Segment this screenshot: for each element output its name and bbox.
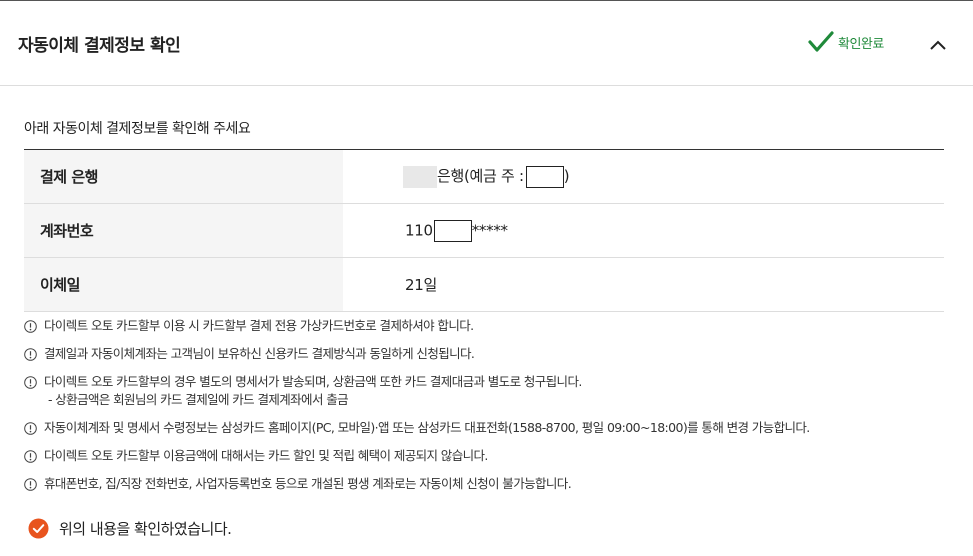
label-transfer-day: 이체일 xyxy=(24,257,343,312)
masked-bank-name xyxy=(403,165,437,188)
notice-text: 다이렉트 오토 카드할부 이용금액에 대해서는 카드 할인 및 적립 혜택이 제… xyxy=(44,448,488,463)
chevron-up-icon[interactable] xyxy=(926,33,950,57)
checked-circle-icon[interactable] xyxy=(28,518,49,539)
check-icon xyxy=(808,31,834,52)
notice-text: 휴대폰번호, 집/직장 전화번호, 사업자등록번호 등으로 개설된 평생 계좌로… xyxy=(44,476,572,491)
payment-info-table: 결제 은행 은행(예금 주 :) 계좌번호 110 ***** 이체일 21일 xyxy=(24,149,944,312)
info-icon xyxy=(24,348,37,361)
table-row: 계좌번호 110 ***** xyxy=(24,203,944,258)
account-prefix: 110 xyxy=(405,221,433,239)
panel-header[interactable]: 자동이체 결제정보 확인 확인완료 xyxy=(0,1,973,86)
table-row: 이체일 21일 xyxy=(24,257,944,312)
intro-text: 아래 자동이체 결제정보를 확인해 주세요 xyxy=(24,121,251,137)
label-bank: 결제 은행 xyxy=(24,149,343,204)
notice-list: 다이렉트 오토 카드할부 이용 시 카드할부 결제 전용 가상카드번호로 결제하… xyxy=(24,317,954,503)
info-icon xyxy=(24,478,37,491)
masked-account-middle xyxy=(433,219,472,242)
panel-title: 자동이체 결제정보 확인 xyxy=(18,36,181,56)
info-icon xyxy=(24,422,37,435)
notice-item: 다이렉트 오토 카드할부 이용 시 카드할부 결제 전용 가상카드번호로 결제하… xyxy=(24,317,954,335)
notice-item: 자동이체계좌 및 명세서 수령정보는 삼성카드 홈페이지(PC, 모바일)·앱 … xyxy=(24,419,954,437)
notice-text: 다이렉트 오토 카드할부 이용 시 카드할부 결제 전용 가상카드번호로 결제하… xyxy=(44,318,474,333)
notice-item: 휴대폰번호, 집/직장 전화번호, 사업자등록번호 등으로 개설된 평생 계좌로… xyxy=(24,475,954,493)
notice-item: 다이렉트 오토 카드할부 이용금액에 대해서는 카드 할인 및 적립 혜택이 제… xyxy=(24,447,954,465)
status-text: 확인완료 xyxy=(838,36,884,52)
label-account: 계좌번호 xyxy=(24,203,343,258)
payment-info-panel: 자동이체 결제정보 확인 확인완료 아래 자동이체 결제정보를 확인해 주세요 … xyxy=(0,0,973,556)
info-icon xyxy=(24,376,37,389)
bank-text: 은행(예금 주 : xyxy=(437,167,524,186)
notice-item: 결제일과 자동이체계좌는 고객님이 보유하신 신용카드 결제방식과 동일하게 신… xyxy=(24,345,954,363)
account-suffix: ***** xyxy=(471,221,508,239)
info-icon xyxy=(24,450,37,463)
notice-text: 다이렉트 오토 카드할부의 경우 별도의 명세서가 발송되며, 상환금액 또한 … xyxy=(44,374,582,389)
notice-subtext: - 상환금액은 회원님의 카드 결제일에 카드 결제계좌에서 출금 xyxy=(48,392,349,407)
confirm-label[interactable]: 위의 내용을 확인하였습니다. xyxy=(59,518,232,539)
info-icon xyxy=(24,320,37,333)
confirm-checkbox[interactable]: 위의 내용을 확인하였습니다. xyxy=(28,518,232,539)
status-indicator: 확인완료 xyxy=(808,30,884,54)
notice-text: 자동이체계좌 및 명세서 수령정보는 삼성카드 홈페이지(PC, 모바일)·앱 … xyxy=(44,420,810,435)
notice-text: 결제일과 자동이체계좌는 고객님이 보유하신 신용카드 결제방식과 동일하게 신… xyxy=(44,346,475,361)
masked-account-holder xyxy=(525,165,564,188)
table-row: 결제 은행 은행(예금 주 :) xyxy=(24,149,944,204)
value-account: 110 ***** xyxy=(343,203,944,258)
value-transfer-day: 21일 xyxy=(343,257,944,312)
notice-item: 다이렉트 오토 카드할부의 경우 별도의 명세서가 발송되며, 상환금액 또한 … xyxy=(24,373,954,409)
bank-text-close: ) xyxy=(563,167,570,186)
value-bank: 은행(예금 주 :) xyxy=(343,149,944,204)
